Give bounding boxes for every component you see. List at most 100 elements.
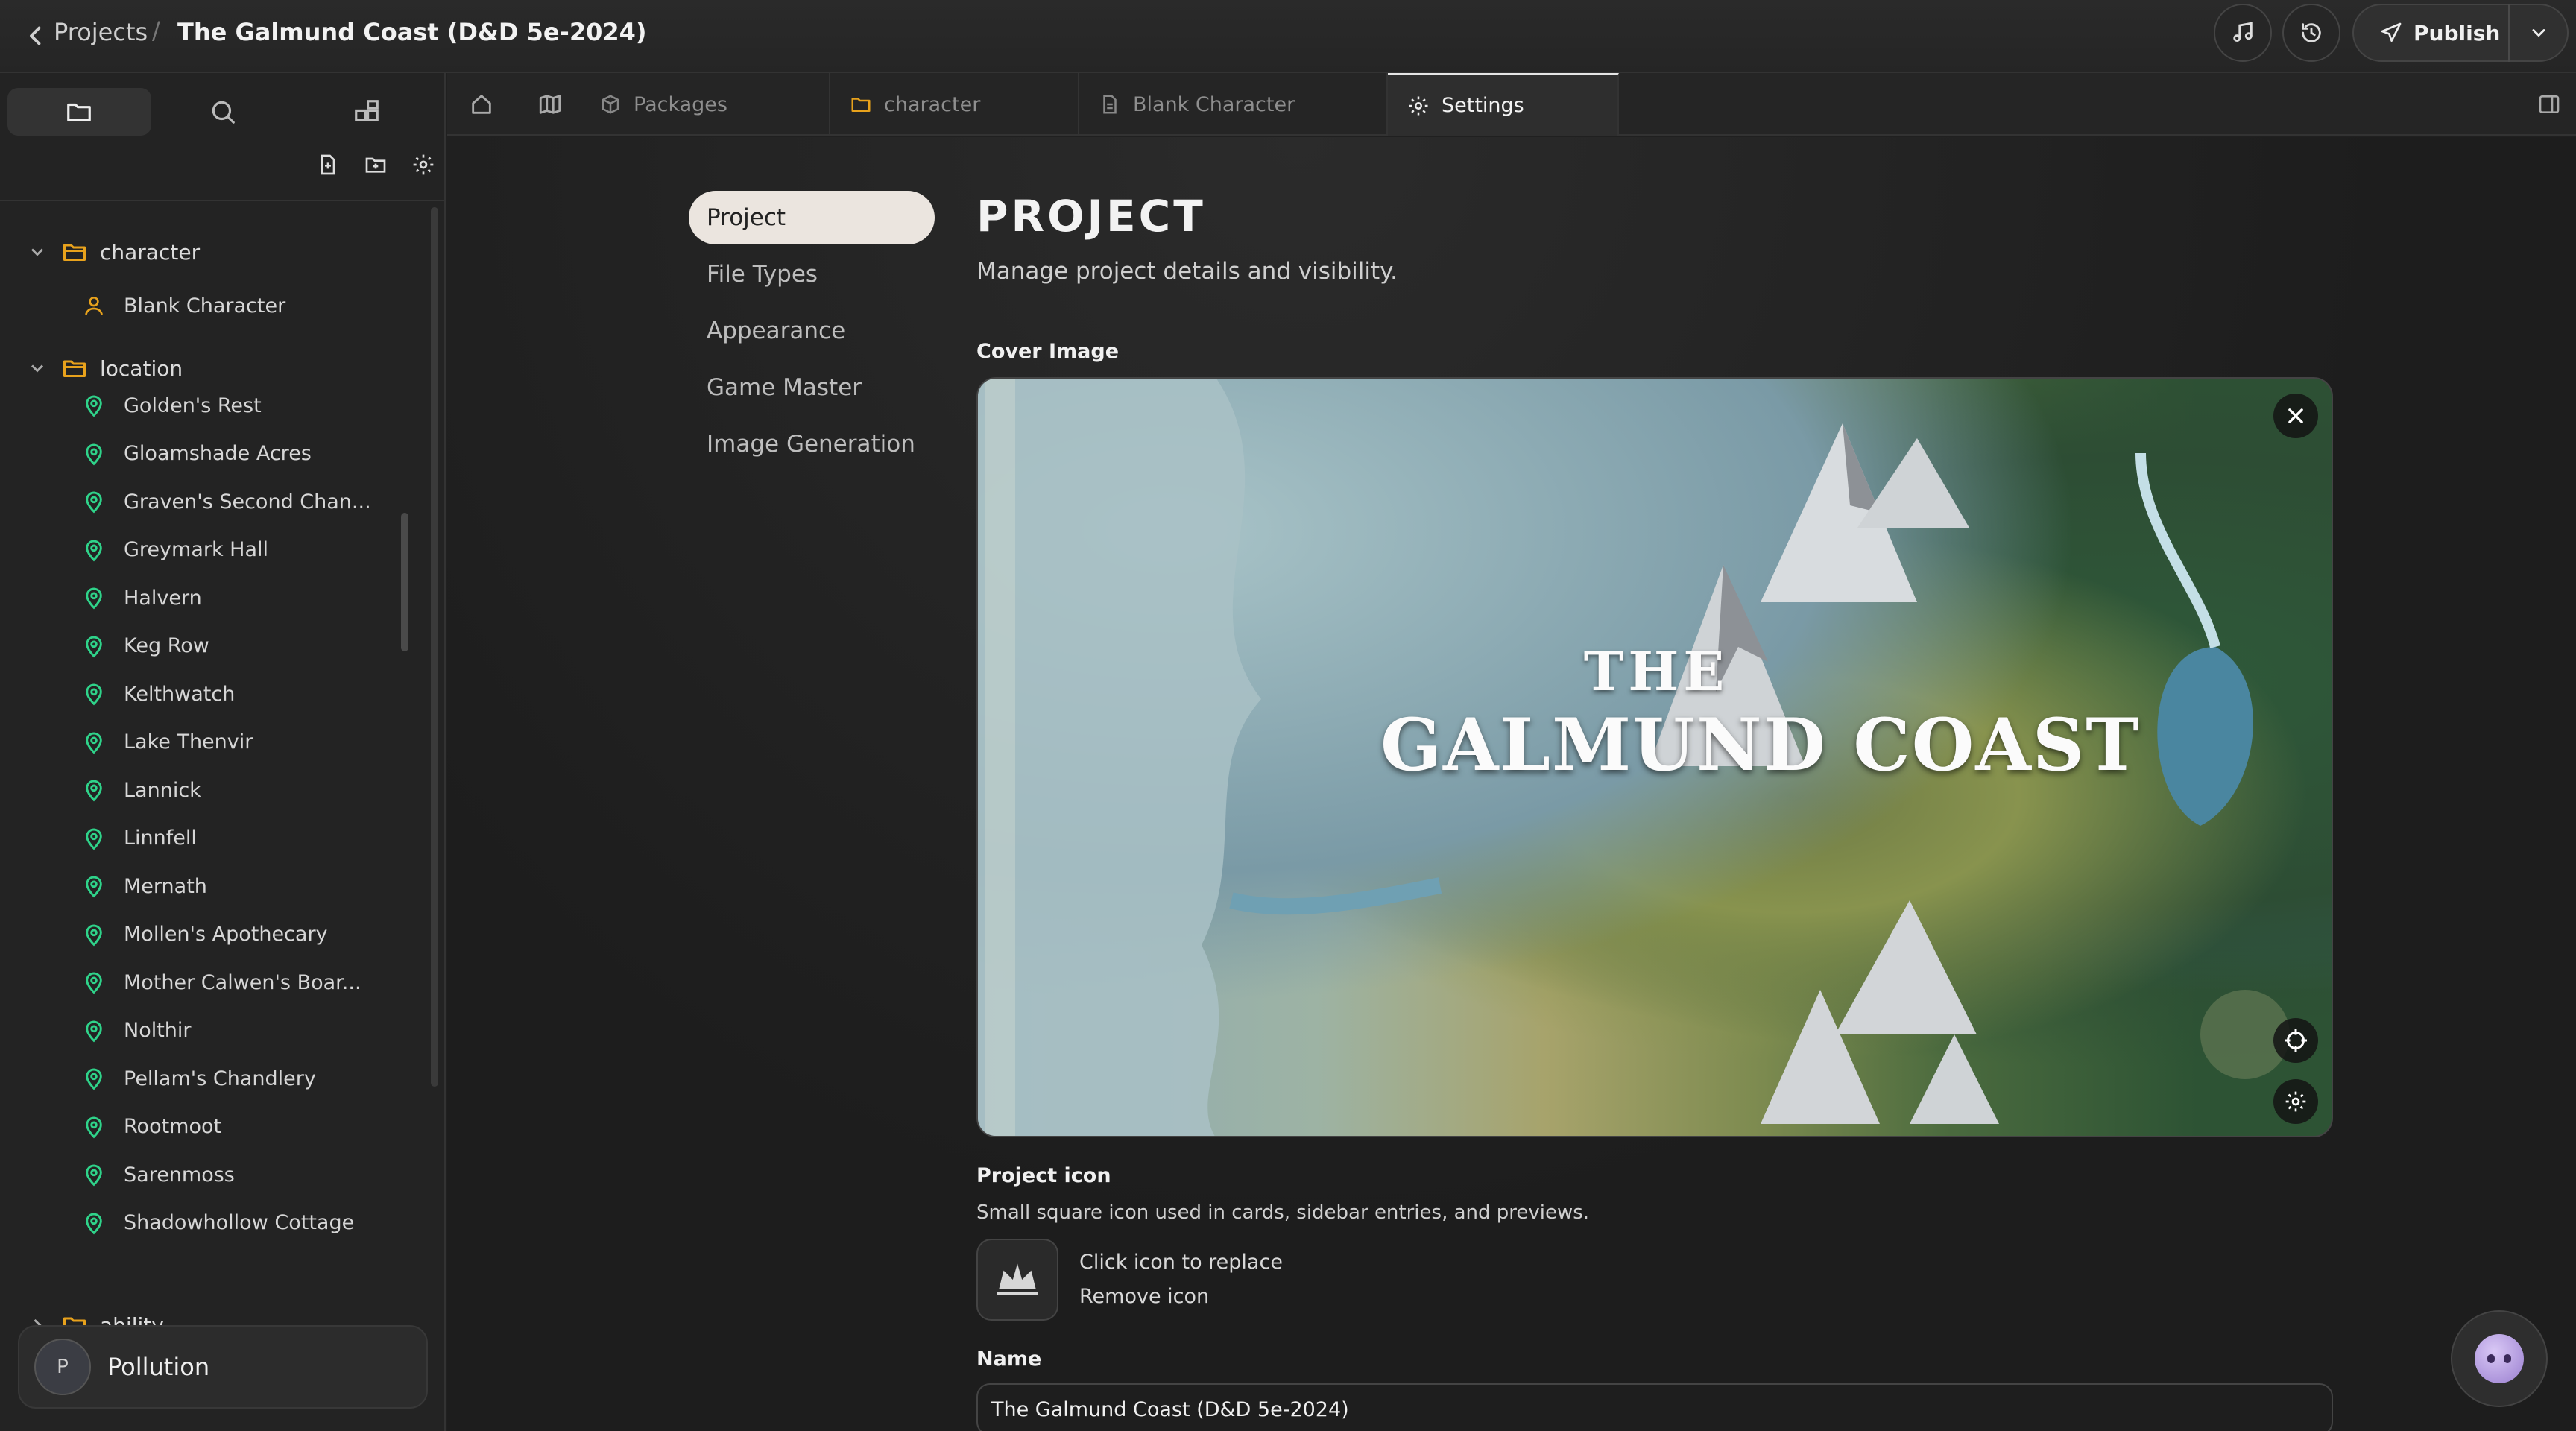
folder-label: location xyxy=(100,356,183,381)
tab-label: Packages xyxy=(634,92,727,116)
map-icon xyxy=(539,95,561,114)
tab-label: Settings xyxy=(1442,94,1524,117)
tab-packages[interactable]: Packages xyxy=(580,73,830,136)
tree-item-label: Mernath xyxy=(124,874,207,898)
tree-item-location[interactable]: Sarenmoss xyxy=(82,1152,235,1197)
tab-label: character xyxy=(884,92,981,116)
toggle-panel-button[interactable] xyxy=(2534,89,2564,119)
folder-location[interactable]: location xyxy=(27,346,183,391)
home-button[interactable] xyxy=(467,89,496,119)
app-window: Projects / The Galmund Coast (D&D 5e-202… xyxy=(0,0,2576,1431)
remove-icon-link[interactable]: Remove icon xyxy=(1079,1285,1209,1308)
tree-item-label: Gloamshade Acres xyxy=(124,442,312,465)
tab-settings[interactable]: Settings xyxy=(1388,73,1619,136)
map-pin-icon xyxy=(86,924,102,946)
sidebar-scrollbar[interactable] xyxy=(431,207,438,1087)
map-pin-icon xyxy=(86,1020,102,1042)
tree-item-label: Kelthwatch xyxy=(124,682,236,706)
cover-settings-button[interactable] xyxy=(2273,1079,2318,1124)
tree-item-location[interactable]: Mernath xyxy=(82,864,207,909)
settings-nav-appearance[interactable]: Appearance xyxy=(689,304,935,358)
tree-item-label: Lake Thenvir xyxy=(124,730,253,754)
sidebar-tools xyxy=(315,151,437,178)
project-icon-help: Small square icon used in cards, sidebar… xyxy=(976,1201,1590,1224)
tree-item-location[interactable]: Mollen's Apothecary xyxy=(82,912,328,957)
tree-item-location[interactable]: Nolthir xyxy=(82,1008,192,1053)
project-icon-button[interactable] xyxy=(976,1239,1058,1321)
map-button[interactable] xyxy=(535,89,565,119)
cover-image[interactable]: THE GALMUND COAST xyxy=(976,377,2333,1137)
tab-blank-character[interactable]: Blank Character xyxy=(1079,73,1388,136)
settings-nav-image-generation[interactable]: Image Generation xyxy=(689,417,935,471)
tree-item-location[interactable]: Rootmoot xyxy=(82,1105,221,1149)
tree-item-label: Mollen's Apothecary xyxy=(124,923,328,946)
music-button[interactable] xyxy=(2214,4,2272,62)
assistant-eye xyxy=(2487,1354,2495,1363)
remove-cover-button[interactable] xyxy=(2273,394,2318,438)
tree-item-location[interactable]: Greymark Hall xyxy=(82,528,268,572)
tree-item-label: Rootmoot xyxy=(124,1115,222,1138)
map-pin-icon xyxy=(86,1116,102,1138)
map-pin-icon xyxy=(86,540,102,561)
tree-item-location[interactable]: Kelthwatch xyxy=(82,672,235,716)
sidebar: character Blank Character Golden's Rest G… xyxy=(0,73,446,1431)
tree-item-location[interactable]: Gloamshade Acres xyxy=(82,432,312,476)
tree-item-location[interactable]: Mother Calwen's Boar... xyxy=(82,960,362,1005)
settings-nav-game-master[interactable]: Game Master xyxy=(689,361,935,414)
tree-item-location[interactable]: Shadowhollow Cottage xyxy=(82,1201,354,1245)
tab-components[interactable] xyxy=(294,88,438,136)
tree-item-location[interactable]: Graven's Second Chan... xyxy=(82,479,371,524)
publish-label: Publish xyxy=(2414,20,2501,45)
tree-item-location[interactable]: Linnfell xyxy=(82,816,197,861)
file-tree: character Blank Character Golden's Rest G… xyxy=(0,230,417,1333)
map-pin-icon xyxy=(86,732,102,754)
folder-icon xyxy=(851,98,871,112)
user-card[interactable]: P Pollution xyxy=(18,1325,428,1409)
reposition-cover-button[interactable] xyxy=(2273,1018,2318,1063)
tree-item-label: Graven's Second Chan... xyxy=(124,490,371,514)
tree-item-label: Mother Calwen's Boar... xyxy=(124,970,362,994)
tree-item-location[interactable]: Keg Row xyxy=(82,624,209,669)
tree-item-location[interactable]: Lannick xyxy=(82,768,201,812)
history-button[interactable] xyxy=(2282,4,2340,62)
home-icon xyxy=(472,95,491,114)
tree-item-location[interactable]: Pellam's Chandlery xyxy=(82,1056,316,1101)
publish-options-button[interactable] xyxy=(2510,5,2567,60)
publish-button[interactable]: Publish xyxy=(2354,5,2508,60)
tree-item-label: Sarenmoss xyxy=(124,1163,235,1187)
tab-character[interactable]: character xyxy=(830,73,1079,136)
cover-title-name: GALMUND COAST xyxy=(1380,703,2141,787)
tab-bar: Packages character Blank Character Setti… xyxy=(447,73,2576,136)
location-scrollbar-thumb[interactable] xyxy=(401,513,408,651)
new-file-button[interactable] xyxy=(315,151,341,178)
assistant-button[interactable] xyxy=(2451,1310,2548,1407)
settings-nav-file-types[interactable]: File Types xyxy=(689,247,935,301)
new-folder-button[interactable] xyxy=(362,151,389,178)
map-pin-icon xyxy=(86,828,102,850)
project-name-input[interactable] xyxy=(976,1383,2333,1431)
avatar: P xyxy=(34,1339,91,1395)
settings-content: Project File Types Appearance Game Maste… xyxy=(447,137,2576,1431)
settings-nav-project[interactable]: Project xyxy=(689,191,935,244)
sidebar-settings-button[interactable] xyxy=(410,151,437,178)
components-icon xyxy=(354,100,379,121)
breadcrumb-projects-link[interactable]: Projects xyxy=(54,18,148,46)
tree-item-location[interactable]: Halvern xyxy=(82,575,202,620)
sidebar-tabs xyxy=(7,88,438,136)
tree-item-label: Pellam's Chandlery xyxy=(124,1067,316,1090)
map-pin-icon xyxy=(86,1213,102,1234)
replace-icon-link[interactable]: Click icon to replace xyxy=(1079,1251,1283,1274)
map-pin-icon xyxy=(86,972,102,994)
history-icon xyxy=(2302,23,2321,42)
new-file-icon xyxy=(321,154,335,175)
tree-item-label: Nolthir xyxy=(124,1019,192,1042)
map-pin-icon xyxy=(86,395,102,417)
chevron-left-icon[interactable] xyxy=(22,22,49,49)
tree-item-label: Golden's Rest xyxy=(124,394,262,417)
map-pin-icon xyxy=(86,780,102,802)
tab-files[interactable] xyxy=(7,88,151,136)
tab-label: Blank Character xyxy=(1133,92,1295,116)
tree-item-label: Greymark Hall xyxy=(124,538,269,561)
tab-search[interactable] xyxy=(151,88,295,136)
tree-item-location[interactable]: Lake Thenvir xyxy=(82,720,253,765)
